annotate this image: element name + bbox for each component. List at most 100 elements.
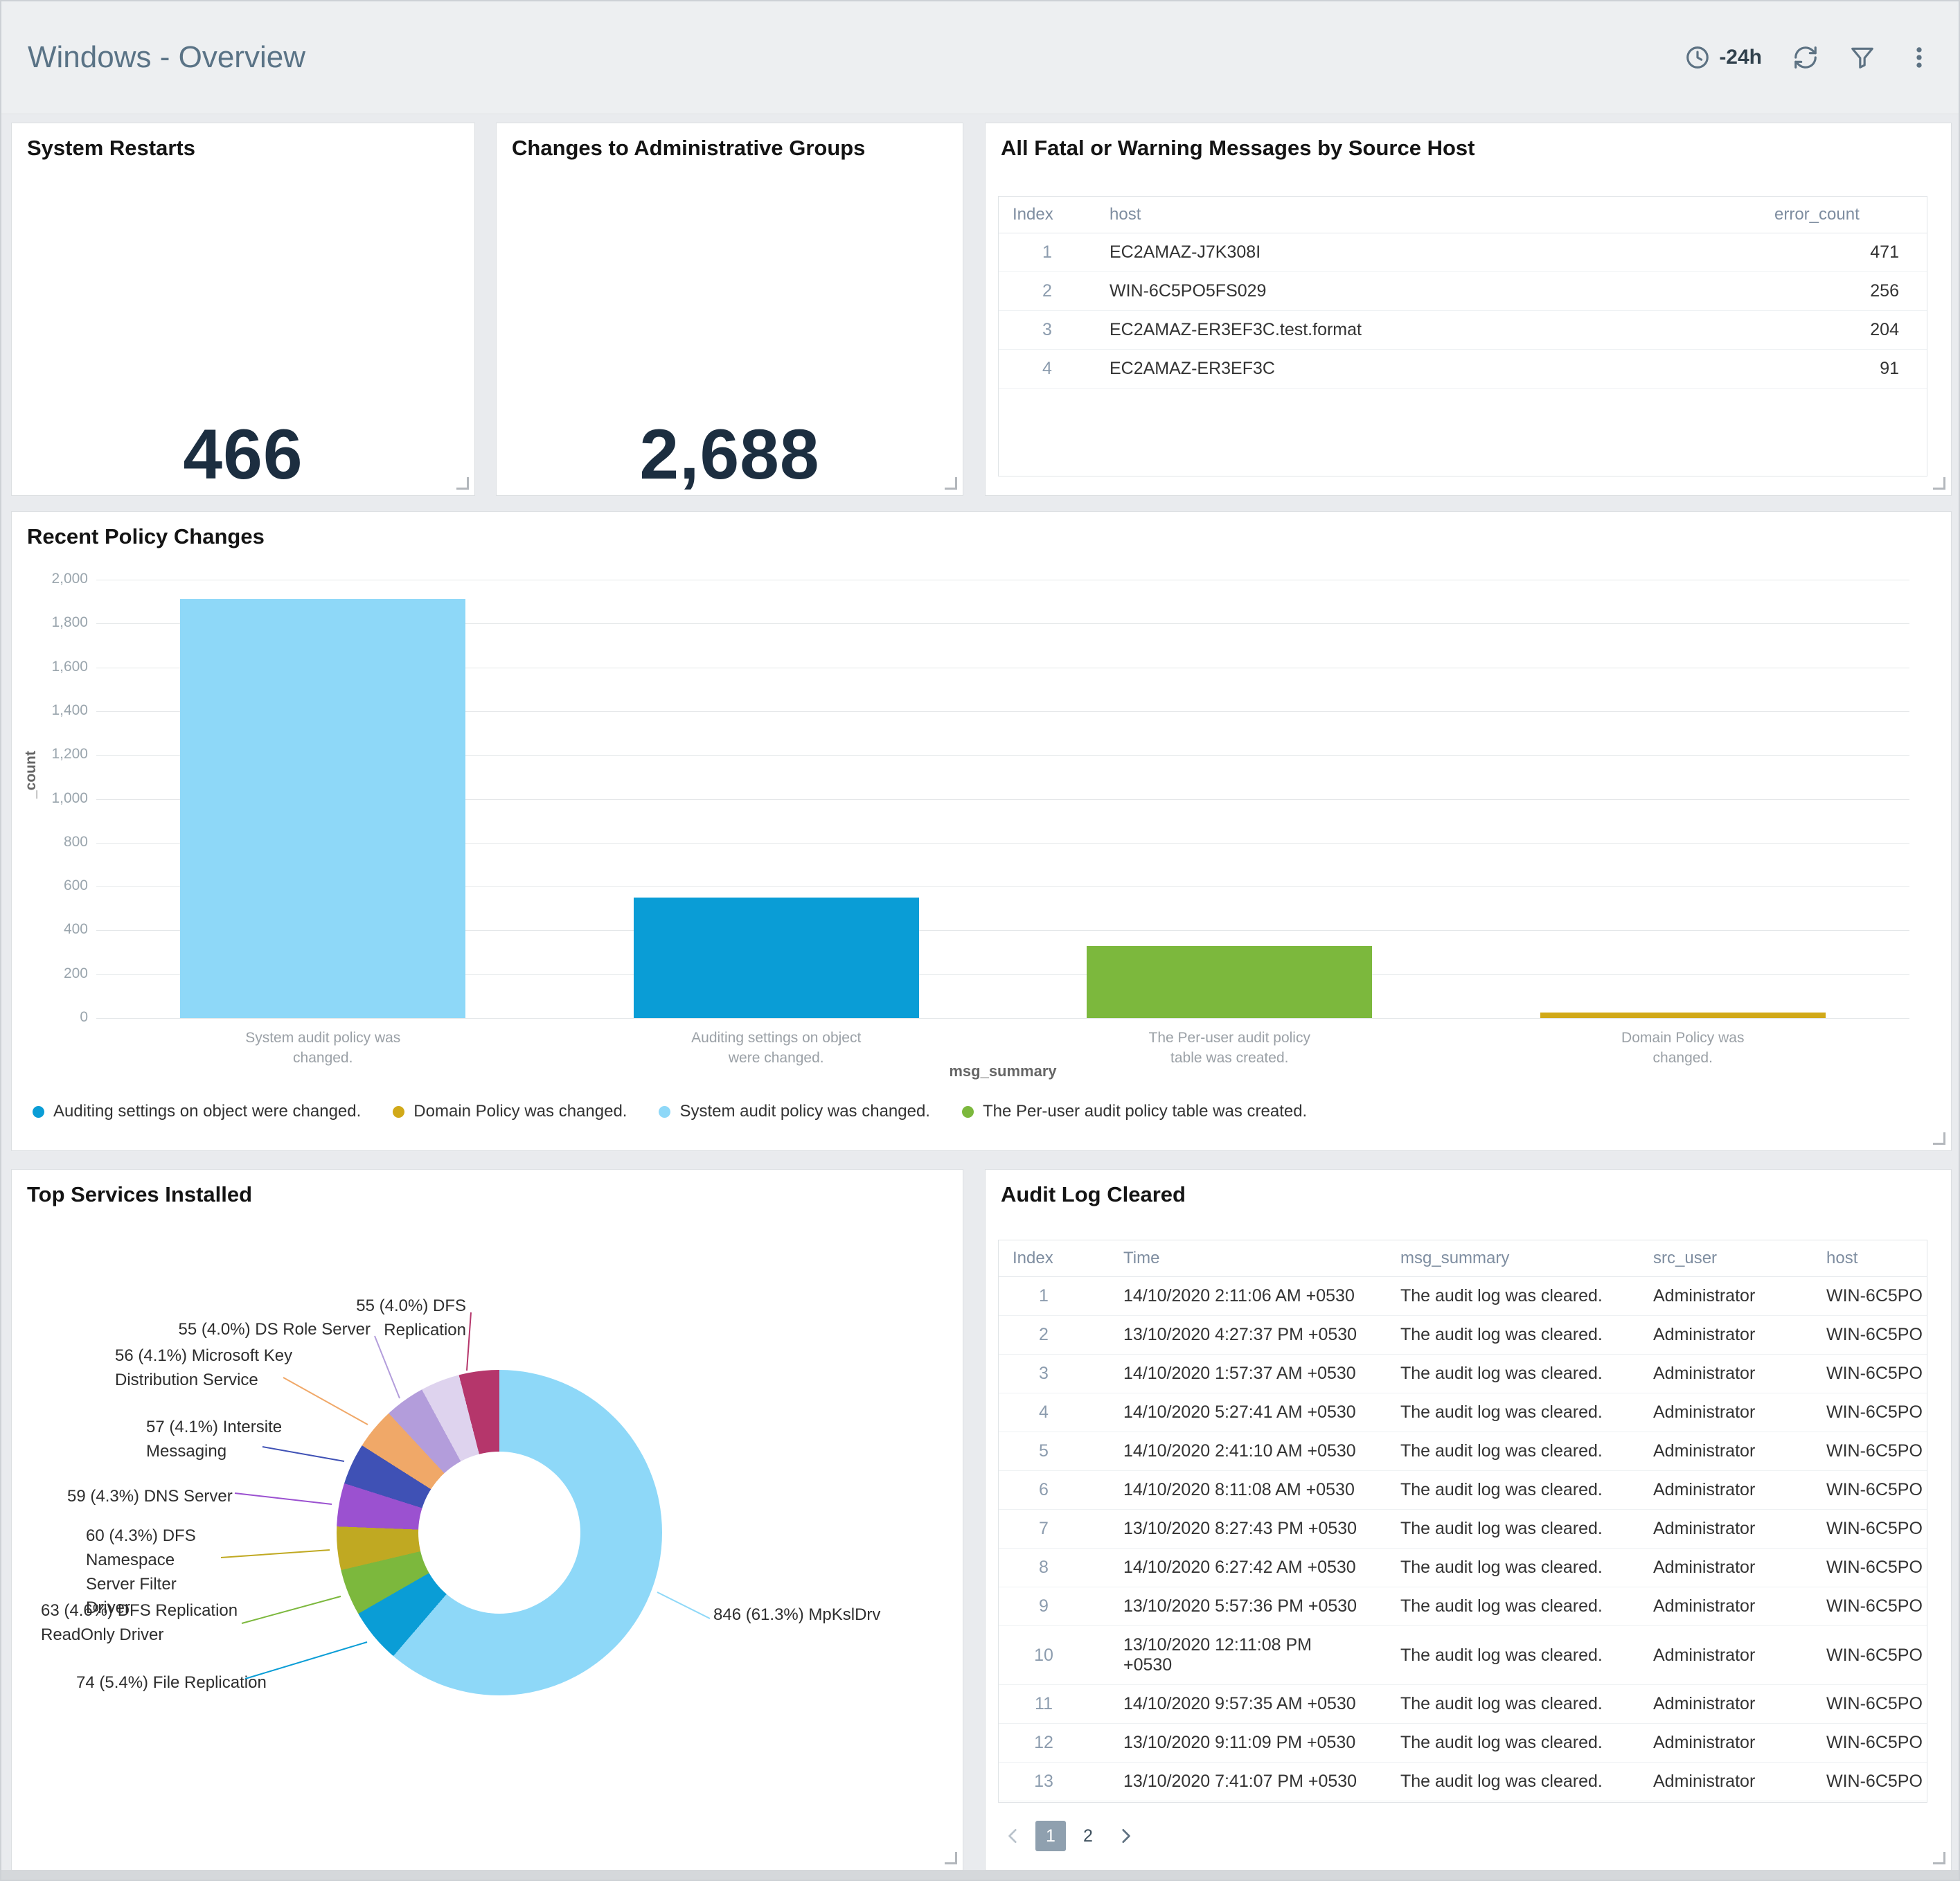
fatal-messages-table: Index host error_count 1 EC2AMAZ-J7K308I 471 2… bbox=[999, 197, 1927, 389]
x-category-label: Auditing settings on object were changed… bbox=[691, 1030, 862, 1067]
filter-button[interactable] bbox=[1849, 44, 1876, 71]
pagination: 12 bbox=[998, 1821, 1141, 1851]
header-controls: -24h bbox=[1684, 44, 1932, 71]
column-header-time[interactable]: Time bbox=[1089, 1240, 1387, 1277]
bar-3[interactable] bbox=[1540, 1013, 1826, 1018]
dashboard-title: Windows - Overview bbox=[28, 40, 305, 74]
panel-title: Changes to Administrative Groups bbox=[512, 136, 866, 160]
table-row[interactable]: 10 13/10/2020 12:11:08 PM +0530 The audit … bbox=[999, 1625, 1927, 1685]
filter-icon bbox=[1851, 47, 1873, 69]
footer-strip bbox=[1, 1870, 1959, 1880]
y-tick-label: 800 bbox=[63, 833, 88, 850]
chevron-left-icon bbox=[1008, 1828, 1017, 1844]
system-restarts-panel: System Restarts 466 bbox=[11, 123, 475, 496]
gridline bbox=[96, 1018, 1909, 1019]
table-row[interactable]: 1 EC2AMAZ-J7K308I 471 bbox=[999, 233, 1927, 272]
resize-corner[interactable] bbox=[945, 1852, 957, 1864]
dashboard: Windows - Overview -24h System Restarts … bbox=[0, 0, 1960, 1881]
legend-item[interactable]: Auditing settings on object were changed… bbox=[33, 1102, 361, 1121]
panel-title: All Fatal or Warning Messages by Source … bbox=[1001, 136, 1475, 160]
table-row[interactable]: 7 13/10/2020 8:27:43 PM +0530 The audit lo… bbox=[999, 1509, 1927, 1549]
resize-corner[interactable] bbox=[1933, 1132, 1945, 1145]
y-tick-label: 400 bbox=[63, 921, 88, 938]
admin-groups-value: 2,688 bbox=[639, 415, 820, 494]
table-row[interactable]: 13 13/10/2020 7:41:07 PM +0530 The audit l… bbox=[999, 1762, 1927, 1801]
legend-dot-icon bbox=[961, 1105, 974, 1118]
time-range-button[interactable]: -24h bbox=[1684, 44, 1762, 71]
kebab-menu-icon bbox=[1916, 47, 1922, 68]
donut-label-ds-role-server: 55 (4.0%) DS Role Server bbox=[178, 1320, 371, 1339]
donut-label-mpksldrv: 846 (61.3%) MpKslDrv bbox=[713, 1605, 881, 1624]
y-tick-label: 1,000 bbox=[51, 790, 88, 806]
refresh-icon bbox=[1794, 46, 1817, 69]
table-row[interactable]: 11 14/10/2020 9:57:35 AM +0530 The audit l… bbox=[999, 1684, 1927, 1724]
prev-page-button[interactable] bbox=[998, 1821, 1028, 1851]
column-header-index[interactable]: Index bbox=[999, 1240, 1089, 1277]
bar-1[interactable] bbox=[633, 897, 919, 1018]
recent-policy-panel: Recent Policy Changes _count 0 200 400 600 8… bbox=[11, 511, 1952, 1151]
table-row[interactable]: 4 14/10/2020 5:27:41 AM +0530 The audit lo… bbox=[999, 1393, 1927, 1432]
table-row[interactable]: 2 WIN-6C5PO5FS029 256 bbox=[999, 271, 1927, 311]
audit-log-panel: Audit Log Cleared Index Time msg_summary sr… bbox=[985, 1169, 1952, 1871]
x-category-label: System audit policy was changed. bbox=[245, 1030, 401, 1067]
donut-label-dfs-readonly: 63 (4.6%) DFS Replication ReadOnly Drive… bbox=[41, 1601, 238, 1644]
y-tick-label: 1,400 bbox=[51, 702, 88, 718]
y-tick-label: 1,600 bbox=[51, 658, 88, 675]
recent-policy-plot: 0 200 400 600 800 1,000 1,200 1,400 1,600 1,800 2,… bbox=[12, 512, 1951, 1150]
table-row[interactable]: 3 EC2AMAZ-ER3EF3C.test.format 204 bbox=[999, 310, 1927, 350]
bar-2[interactable] bbox=[1087, 945, 1373, 1018]
resize-corner[interactable] bbox=[945, 477, 957, 490]
column-header-host[interactable]: host bbox=[1096, 197, 1761, 233]
table-row[interactable]: 1 14/10/2020 2:11:06 AM +0530 The audit lo… bbox=[999, 1276, 1927, 1316]
table-row[interactable]: 3 14/10/2020 1:57:37 AM +0530 The audit lo… bbox=[999, 1354, 1927, 1393]
y-tick-label: 2,000 bbox=[51, 571, 88, 587]
legend-item[interactable]: System audit policy was changed. bbox=[659, 1102, 930, 1121]
legend-item[interactable]: The Per-user audit policy table was crea… bbox=[961, 1102, 1307, 1121]
x-category-label: The Per-user audit policy table was crea… bbox=[1148, 1030, 1310, 1067]
audit-log-table-wrap: Index Time msg_summary src_user host 1 14/10/2… bbox=[998, 1240, 1927, 1803]
legend-dot-icon bbox=[33, 1105, 44, 1118]
legend-label: Auditing settings on object were changed… bbox=[53, 1102, 362, 1121]
fatal-messages-panel: All Fatal or Warning Messages by Source … bbox=[985, 123, 1952, 496]
column-header-src_user[interactable]: src_user bbox=[1639, 1240, 1812, 1277]
admin-groups-panel: Changes to Administrative Groups 2,688 bbox=[496, 123, 963, 496]
donut-label-dns-server: 59 (4.3%) DNS Server bbox=[67, 1487, 233, 1506]
bar-0[interactable] bbox=[180, 599, 466, 1018]
table-row[interactable]: 2 13/10/2020 4:27:37 PM +0530 The audit lo… bbox=[999, 1315, 1927, 1355]
column-header-error_count[interactable]: error_count bbox=[1761, 197, 1927, 233]
legend-dot-icon bbox=[393, 1105, 405, 1118]
table-row[interactable]: 6 14/10/2020 8:11:08 AM +0530 The audit lo… bbox=[999, 1470, 1927, 1510]
page-buttons: 12 bbox=[1035, 1821, 1103, 1851]
legend-item[interactable]: Domain Policy was changed. bbox=[393, 1102, 627, 1121]
legend-label: System audit policy was changed. bbox=[679, 1102, 930, 1121]
next-page-button[interactable] bbox=[1110, 1821, 1141, 1851]
column-header-msg_summary[interactable]: msg_summary bbox=[1387, 1240, 1639, 1277]
panel-title: Top Services Installed bbox=[27, 1182, 253, 1206]
y-tick-label: 1,800 bbox=[51, 614, 88, 631]
table-row[interactable]: 4 EC2AMAZ-ER3EF3C 91 bbox=[999, 349, 1927, 389]
column-header-host[interactable]: host bbox=[1812, 1240, 1927, 1277]
table-row[interactable]: 1414/10/2020 1:57:36 AM +0530The audit l… bbox=[999, 1801, 1927, 1802]
time-range-label: -24h bbox=[1719, 46, 1762, 69]
resize-corner[interactable] bbox=[1933, 477, 1945, 490]
donut-hole bbox=[418, 1452, 580, 1614]
page-button-2[interactable]: 2 bbox=[1073, 1821, 1103, 1851]
resize-corner[interactable] bbox=[1933, 1852, 1945, 1864]
more-menu-button[interactable] bbox=[1906, 44, 1932, 71]
resize-corner[interactable] bbox=[456, 477, 469, 490]
top-services-panel: Top Services Installed 55 (4.0%) DFS Rep… bbox=[11, 1169, 963, 1871]
page-button-1[interactable]: 1 bbox=[1035, 1821, 1066, 1851]
panel-title: Audit Log Cleared bbox=[1001, 1182, 1186, 1206]
legend-dot-icon bbox=[659, 1105, 671, 1118]
system-restarts-value: 466 bbox=[183, 415, 303, 494]
table-row[interactable]: 12 13/10/2020 9:11:09 PM +0530 The audit l… bbox=[999, 1723, 1927, 1763]
column-header-index[interactable]: Index bbox=[999, 197, 1096, 233]
y-tick-label: 0 bbox=[80, 1009, 88, 1025]
y-tick-label: 200 bbox=[63, 965, 88, 981]
table-row[interactable]: 5 14/10/2020 2:41:10 AM +0530 The audit lo… bbox=[999, 1432, 1927, 1471]
table-row[interactable]: 8 14/10/2020 6:27:42 AM +0530 The audit lo… bbox=[999, 1548, 1927, 1587]
table-row[interactable]: 9 13/10/2020 5:57:36 PM +0530 The audit lo… bbox=[999, 1587, 1927, 1626]
refresh-button[interactable] bbox=[1792, 44, 1819, 71]
donut-label-microsoft-key: 56 (4.1%) Microsoft Key Distribution Ser… bbox=[115, 1346, 293, 1389]
chevron-right-icon bbox=[1122, 1828, 1130, 1844]
